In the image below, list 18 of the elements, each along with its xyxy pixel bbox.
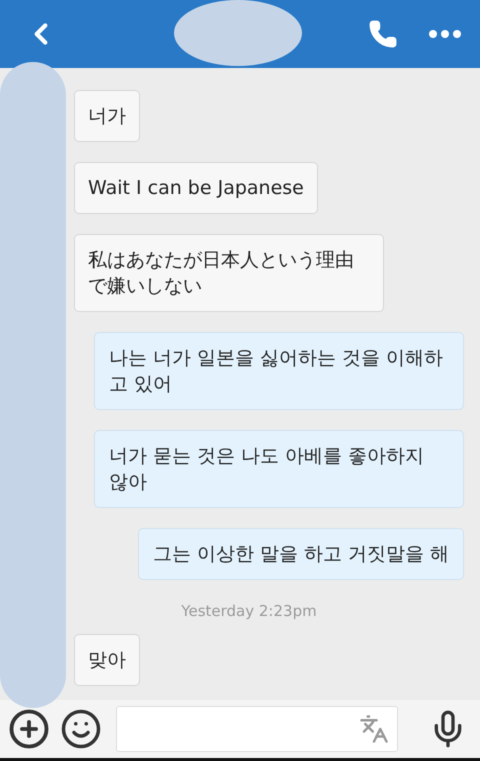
received-message: 맞아 — [74, 634, 140, 686]
emoji-button[interactable] — [60, 708, 102, 750]
sent-message: 너가 묻는 것은 나도 아베를 좋아하지 않아 — [94, 430, 464, 508]
timestamp: Yesterday 2:23pm — [181, 602, 317, 620]
more-button[interactable] — [428, 29, 462, 39]
received-message: 私はあなたが日本人という理由で嫌いしない — [74, 234, 384, 312]
received-message: Wait I can be Japanese — [74, 162, 318, 214]
sent-message: 그는 이상한 말을 하고 거짓말을 해 — [138, 528, 464, 580]
call-button[interactable] — [368, 19, 398, 49]
plus-icon — [8, 708, 50, 750]
translate-icon[interactable] — [359, 714, 389, 744]
phone-icon — [368, 19, 398, 49]
received-message: 너가 — [74, 90, 140, 142]
add-button[interactable] — [8, 708, 50, 750]
smiley-icon — [60, 708, 102, 750]
more-icon — [428, 29, 462, 39]
sent-message: 나는 너가 일본을 싫어하는 것을 이해하고 있어 — [94, 332, 464, 410]
message-field[interactable] — [116, 706, 398, 752]
